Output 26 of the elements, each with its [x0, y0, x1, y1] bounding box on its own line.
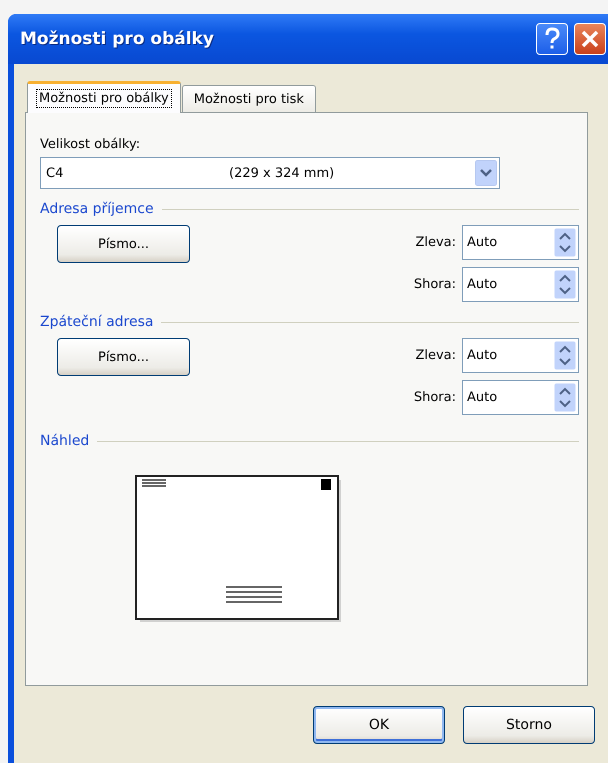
envelope-size-dropdown[interactable]: C4 (229 x 324 mm) — [40, 157, 500, 189]
spin-field[interactable]: Auto — [462, 267, 579, 302]
dialog-button[interactable]: OK — [313, 706, 445, 744]
spin-arrows-icon[interactable] — [554, 270, 576, 299]
field-label: Shora: — [414, 390, 456, 405]
field-label: Shora: — [414, 277, 456, 292]
section-title: Zpáteční adresa — [40, 314, 154, 330]
section-title: Adresa příjemce — [40, 201, 154, 217]
field-label: Velikost obálky: — [40, 137, 140, 152]
field-label: Zleva: — [415, 348, 456, 363]
dialog-button[interactable]: Storno — [463, 706, 595, 744]
window-title: Možnosti pro obálky — [20, 29, 215, 49]
spin-arrows-icon[interactable] — [554, 341, 576, 370]
section-title: Náhled — [40, 433, 90, 449]
help-icon[interactable] — [536, 23, 568, 55]
tab[interactable]: Možnosti pro tisk — [182, 85, 316, 112]
spin-arrows-icon[interactable] — [554, 383, 576, 412]
font-button[interactable]: Písmo... — [57, 225, 190, 263]
spin-arrows-icon[interactable] — [554, 228, 576, 257]
font-button[interactable]: Písmo... — [57, 338, 190, 376]
spin-field[interactable]: Auto — [462, 225, 579, 260]
close-icon[interactable] — [574, 23, 606, 55]
tab[interactable]: Možnosti pro obálky — [27, 81, 181, 113]
spin-field[interactable]: Auto — [462, 338, 579, 373]
field-label: Zleva: — [415, 235, 456, 250]
spin-field[interactable]: Auto — [462, 380, 579, 415]
